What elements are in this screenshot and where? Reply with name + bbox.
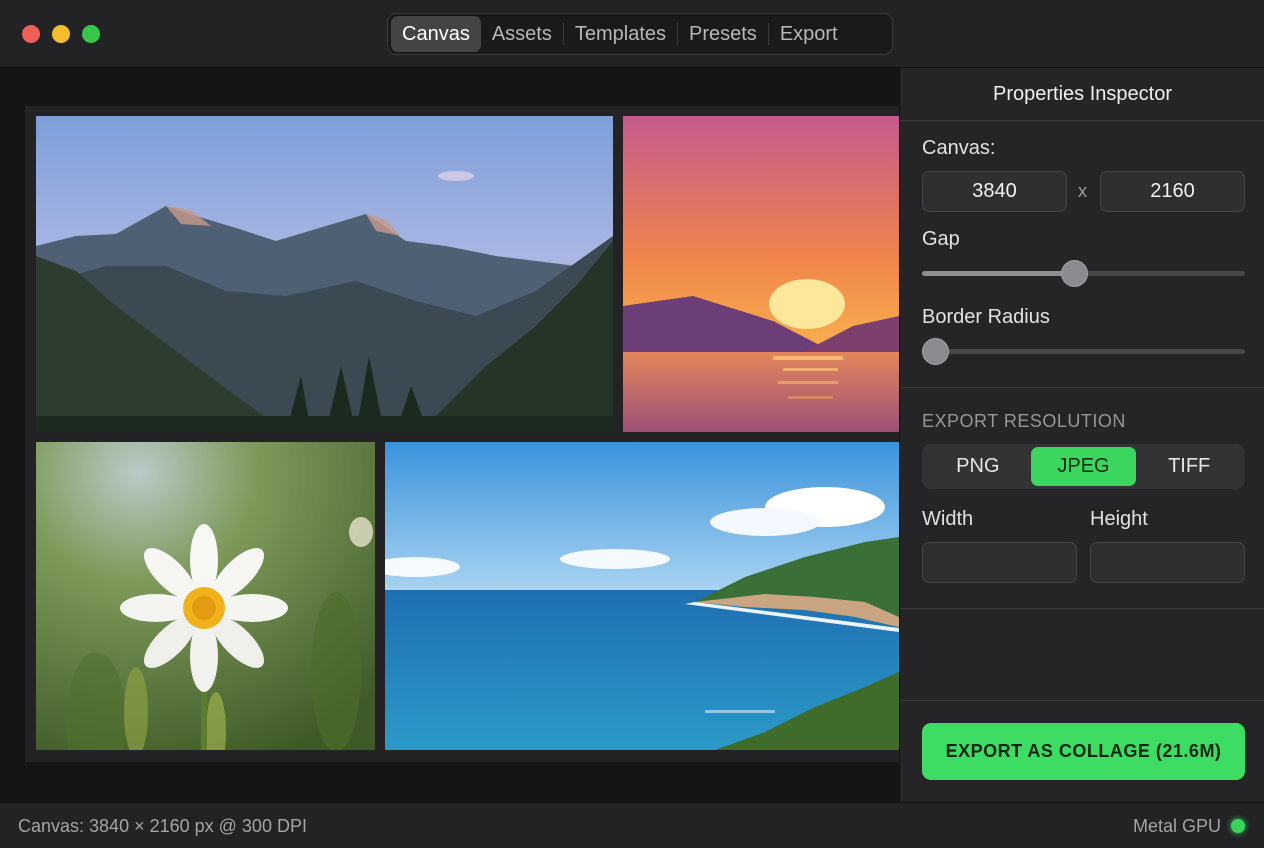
section-divider bbox=[900, 387, 1264, 388]
daisy-photo[interactable] bbox=[36, 442, 375, 750]
border-radius-label: Border Radius bbox=[922, 306, 1050, 328]
export-height-field[interactable] bbox=[1090, 542, 1245, 583]
status-bar: Canvas: 3840 × 2160 px @ 300 DPI Metal G… bbox=[0, 802, 1264, 848]
coast-photo[interactable] bbox=[385, 442, 899, 750]
border-radius-slider-thumb[interactable] bbox=[922, 338, 949, 365]
gpu-status-text: Metal GPU bbox=[1132, 816, 1221, 836]
tab-presets[interactable]: Presets bbox=[678, 16, 768, 52]
canvas-width-field[interactable]: 3840 bbox=[922, 171, 1067, 212]
properties-inspector: Properties Inspector Canvas: 3840 x 2160… bbox=[899, 68, 1264, 802]
export-resolution-heading: EXPORT RESOLUTION bbox=[922, 411, 1126, 431]
gap-label: Gap bbox=[922, 228, 960, 250]
section-divider bbox=[900, 700, 1264, 701]
inspector-title: Properties Inspector bbox=[900, 68, 1264, 121]
tab-templates[interactable]: Templates bbox=[564, 16, 677, 52]
gpu-status-indicator-icon bbox=[1231, 819, 1245, 833]
zoom-window-button[interactable] bbox=[82, 25, 100, 43]
title-bar: Canvas Assets Templates Presets Export bbox=[0, 0, 1264, 68]
format-png-option[interactable]: PNG bbox=[925, 447, 1031, 486]
close-window-button[interactable] bbox=[22, 25, 40, 43]
gap-slider-thumb[interactable] bbox=[1061, 260, 1089, 287]
collage-canvas[interactable] bbox=[25, 106, 899, 762]
width-label: Width bbox=[922, 508, 974, 530]
canvas-height-field[interactable]: 2160 bbox=[1100, 171, 1245, 212]
gap-slider-fill bbox=[922, 271, 1075, 276]
tab-canvas[interactable]: Canvas bbox=[391, 16, 481, 52]
sunset-photo[interactable] bbox=[623, 116, 899, 432]
format-segmented-control: PNG JPEG TIFF bbox=[922, 444, 1245, 489]
format-jpeg-option[interactable]: JPEG bbox=[1030, 447, 1137, 486]
minimize-window-button[interactable] bbox=[52, 25, 70, 43]
tab-export[interactable]: Export bbox=[769, 16, 849, 52]
canvas-area bbox=[0, 68, 899, 802]
canvas-size-label: Canvas: bbox=[922, 137, 996, 159]
size-separator: x bbox=[1078, 181, 1087, 201]
section-divider bbox=[900, 608, 1264, 609]
format-tiff-option[interactable]: TIFF bbox=[1136, 447, 1242, 486]
gap-slider[interactable] bbox=[922, 260, 1245, 287]
export-width-field[interactable] bbox=[922, 542, 1077, 583]
mountain-photo[interactable] bbox=[36, 116, 613, 432]
canvas-status-text: Canvas: 3840 × 2160 px @ 300 DPI bbox=[18, 816, 307, 836]
border-radius-slider[interactable] bbox=[922, 338, 1245, 365]
tab-assets[interactable]: Assets bbox=[481, 16, 563, 52]
height-label: Height bbox=[1090, 508, 1148, 530]
main-tab-bar: Canvas Assets Templates Presets Export bbox=[387, 13, 893, 55]
export-collage-button[interactable]: EXPORT AS COLLAGE (21.6M) bbox=[922, 723, 1245, 780]
